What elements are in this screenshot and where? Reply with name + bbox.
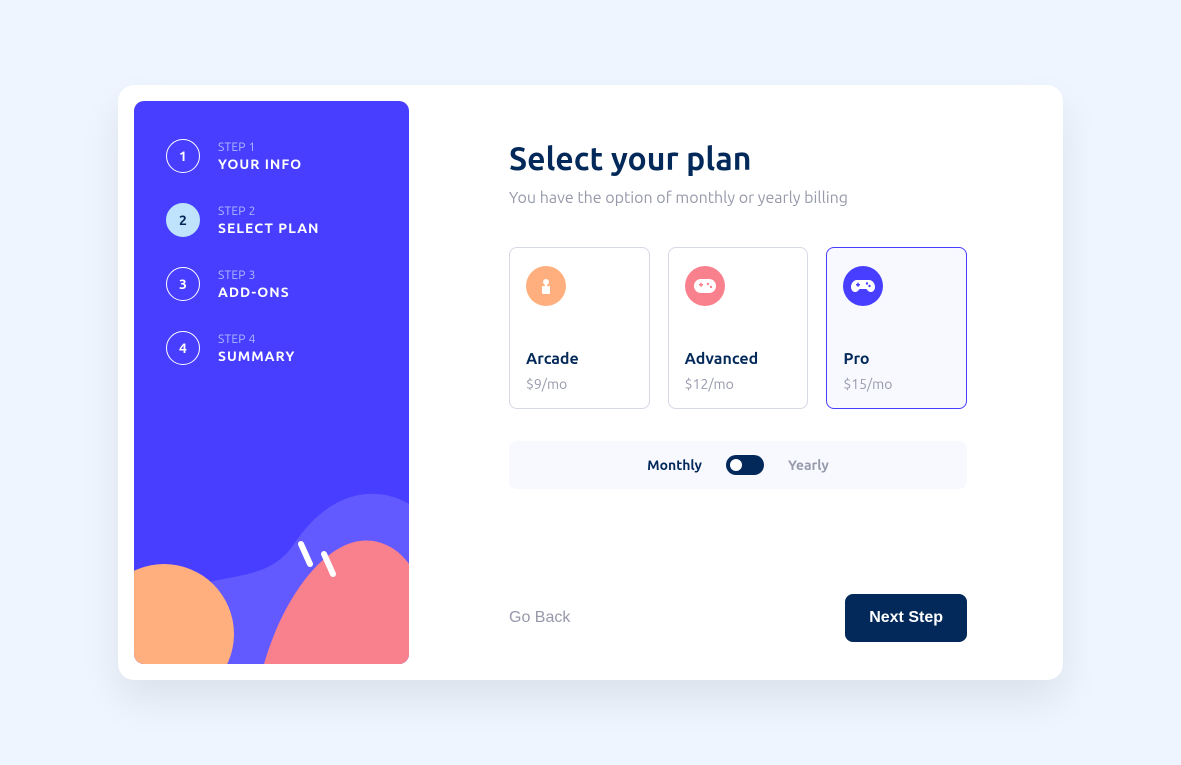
main-content: Select your plan You have the option of … (429, 101, 1047, 664)
plans-row: Arcade $9/mo Advanced $12/mo (509, 247, 967, 409)
page-title: Select your plan (509, 141, 967, 177)
plan-advanced[interactable]: Advanced $12/mo (668, 247, 809, 409)
step-title: SUMMARY (218, 348, 295, 364)
form-card: 1 STEP 1 YOUR INFO 2 STEP 2 SELECT PLAN … (118, 85, 1063, 680)
step-number: 2 (166, 203, 200, 237)
advanced-icon (685, 266, 725, 306)
page-subtitle: You have the option of monthly or yearly… (509, 189, 967, 207)
plan-price: $12/mo (685, 376, 792, 392)
go-back-button[interactable]: Go Back (509, 609, 570, 627)
plan-arcade[interactable]: Arcade $9/mo (509, 247, 650, 409)
billing-toggle[interactable] (726, 455, 764, 475)
toggle-knob (730, 459, 742, 471)
step-text: STEP 2 SELECT PLAN (218, 205, 319, 236)
step-title: ADD-ONS (218, 284, 290, 300)
billing-toggle-bar: Monthly Yearly (509, 441, 967, 489)
step-your-info[interactable]: 1 STEP 1 YOUR INFO (166, 139, 377, 173)
step-label: STEP 4 (218, 333, 295, 346)
billing-yearly-label[interactable]: Yearly (788, 457, 829, 473)
sidebar: 1 STEP 1 YOUR INFO 2 STEP 2 SELECT PLAN … (134, 101, 409, 664)
step-number: 1 (166, 139, 200, 173)
footer-nav: Go Back Next Step (509, 594, 967, 648)
plan-price: $15/mo (843, 376, 950, 392)
step-title: YOUR INFO (218, 156, 302, 172)
plan-pro[interactable]: Pro $15/mo (826, 247, 967, 409)
arcade-icon (526, 266, 566, 306)
step-label: STEP 2 (218, 205, 319, 218)
step-summary[interactable]: 4 STEP 4 SUMMARY (166, 331, 377, 365)
next-step-button[interactable]: Next Step (845, 594, 967, 642)
step-text: STEP 3 ADD-ONS (218, 269, 290, 300)
step-text: STEP 1 YOUR INFO (218, 141, 302, 172)
step-text: STEP 4 SUMMARY (218, 333, 295, 364)
step-title: SELECT PLAN (218, 220, 319, 236)
billing-monthly-label[interactable]: Monthly (647, 457, 702, 473)
step-number: 4 (166, 331, 200, 365)
steps-list: 1 STEP 1 YOUR INFO 2 STEP 2 SELECT PLAN … (166, 139, 377, 365)
sidebar-decoration (134, 364, 409, 664)
step-label: STEP 1 (218, 141, 302, 154)
plan-name: Advanced (685, 350, 792, 368)
step-select-plan[interactable]: 2 STEP 2 SELECT PLAN (166, 203, 377, 237)
step-number: 3 (166, 267, 200, 301)
step-add-ons[interactable]: 3 STEP 3 ADD-ONS (166, 267, 377, 301)
pro-icon (843, 266, 883, 306)
plan-price: $9/mo (526, 376, 633, 392)
plan-name: Pro (843, 350, 950, 368)
plan-name: Arcade (526, 350, 633, 368)
step-label: STEP 3 (218, 269, 290, 282)
